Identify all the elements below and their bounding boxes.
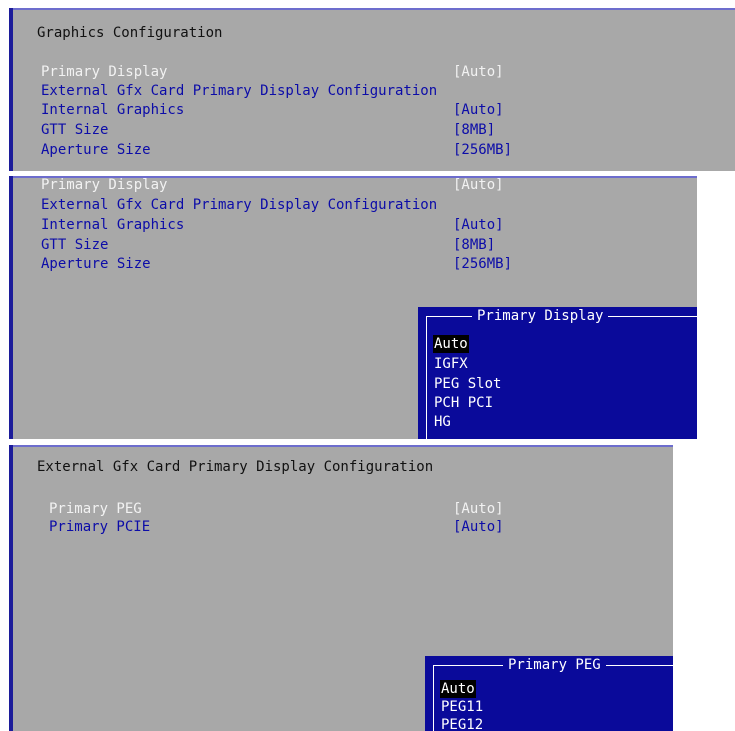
popup-option-auto[interactable]: Auto <box>433 335 469 353</box>
gtt-size-value[interactable]: [8MB] <box>453 236 495 254</box>
menu-item-aperture-size[interactable]: Aperture Size <box>41 255 151 273</box>
menu-item-gtt-size[interactable]: GTT Size <box>41 121 108 139</box>
popup-option-peg12[interactable]: PEG12 <box>440 716 484 731</box>
popup-option-igfx[interactable]: IGFX <box>433 355 469 373</box>
menu-item-gtt-size[interactable]: GTT Size <box>41 236 108 254</box>
popup-option-hg[interactable]: HG <box>433 413 452 431</box>
gtt-size-value[interactable]: [8MB] <box>453 121 495 139</box>
external-gfx-config-panel: External Gfx Card Primary Display Config… <box>9 445 673 731</box>
internal-graphics-value[interactable]: [Auto] <box>453 101 504 119</box>
aperture-size-value[interactable]: [256MB] <box>453 141 512 159</box>
primary-display-value[interactable]: [Auto] <box>453 176 504 194</box>
menu-item-primary-display[interactable]: Primary Display <box>41 176 167 194</box>
primary-peg-value[interactable]: [Auto] <box>453 500 504 518</box>
menu-item-external-gfx-config[interactable]: External Gfx Card Primary Display Config… <box>41 82 437 100</box>
panel-top-border <box>9 8 735 10</box>
internal-graphics-value[interactable]: [Auto] <box>453 216 504 234</box>
popup-option-auto[interactable]: Auto <box>440 680 476 698</box>
menu-item-external-gfx-config[interactable]: External Gfx Card Primary Display Config… <box>41 196 437 214</box>
menu-item-internal-graphics[interactable]: Internal Graphics <box>41 216 184 234</box>
aperture-size-value[interactable]: [256MB] <box>453 255 512 273</box>
panel-top-border <box>9 445 673 447</box>
menu-item-aperture-size[interactable]: Aperture Size <box>41 141 151 159</box>
panel-left-border <box>9 8 13 171</box>
panel-left-border <box>9 176 13 439</box>
panel-left-border <box>9 445 13 731</box>
menu-item-primary-peg[interactable]: Primary PEG <box>49 500 142 518</box>
menu-item-primary-display[interactable]: Primary Display <box>41 63 167 81</box>
popup-option-pch-pci[interactable]: PCH PCI <box>433 394 494 412</box>
popup-option-peg11[interactable]: PEG11 <box>440 698 484 716</box>
menu-item-primary-pcie[interactable]: Primary PCIE <box>49 518 150 536</box>
popup-title: Primary PEG <box>503 656 606 674</box>
primary-peg-popup: Primary PEG Auto PEG11 PEG12 <box>425 656 673 731</box>
popup-title: Primary Display <box>472 307 609 325</box>
primary-pcie-value[interactable]: [Auto] <box>453 518 504 536</box>
primary-display-selection-panel: Primary Display [Auto] ▶ External Gfx Ca… <box>9 176 697 439</box>
menu-item-internal-graphics[interactable]: Internal Graphics <box>41 101 184 119</box>
popup-option-peg-slot[interactable]: PEG Slot <box>433 375 502 393</box>
primary-display-popup: Primary Display Auto IGFX PEG Slot PCH P… <box>418 307 697 439</box>
page-title: External Gfx Card Primary Display Config… <box>37 459 434 475</box>
graphics-configuration-panel: Graphics Configuration Primary Display [… <box>9 8 735 171</box>
page-title: Graphics Configuration <box>37 25 223 41</box>
primary-display-value[interactable]: [Auto] <box>453 63 504 81</box>
